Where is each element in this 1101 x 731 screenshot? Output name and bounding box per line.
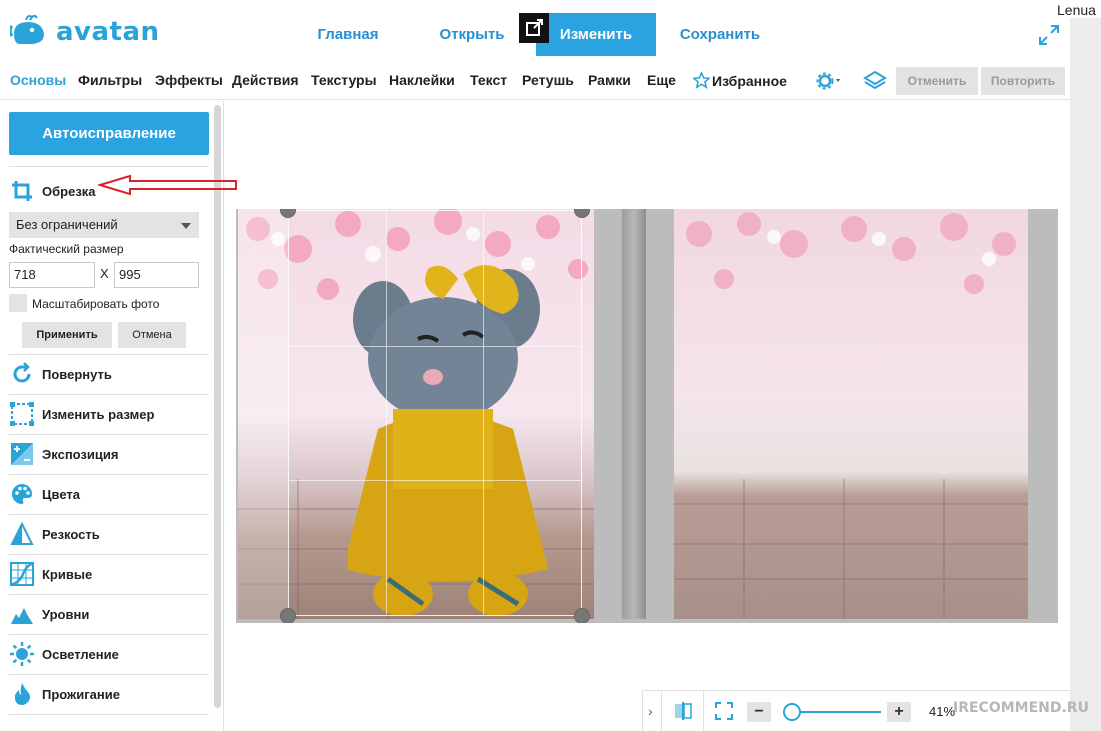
crop-outside-shade [238,209,288,619]
tab-more[interactable]: Еще [647,72,676,88]
crop-icon [9,178,35,204]
crop-grid-line [483,211,485,615]
crop-height-input[interactable]: 995 [114,262,199,288]
autofix-button[interactable]: Автоисправление [9,112,209,155]
tool-curves[interactable]: Кривые [9,554,209,594]
zoom-in-button[interactable]: + [887,702,911,722]
tab-retouch[interactable]: Ретушь [522,72,574,88]
fullscreen-icon[interactable] [1038,24,1060,46]
tool-crop-label: Обрезка [42,183,96,199]
levels-icon [9,601,35,627]
tool-burn-label: Прожигание [42,686,120,702]
wall-strip [622,209,646,619]
tool-exposure-label: Экспозиция [42,446,119,462]
settings-gear-icon[interactable] [815,70,845,92]
crop-grid-line [289,480,581,482]
tab-basics[interactable]: Основы [10,72,66,88]
crop-selection-box[interactable] [288,210,582,616]
divider [703,691,704,731]
brighten-icon [9,641,35,667]
tool-colors[interactable]: Цвета [9,474,209,514]
sharpness-icon [9,521,35,547]
floor-texture [674,479,1028,619]
scale-photo-checkbox[interactable] [9,294,27,312]
user-name: Lenua [1057,2,1096,18]
crop-constraint-select[interactable]: Без ограничений [9,212,199,238]
tool-exposure[interactable]: Экспозиция [9,434,209,474]
whale-logo-icon [10,14,44,44]
crop-grid-line [386,211,388,615]
tool-curves-label: Кривые [42,566,93,582]
apply-button[interactable]: Применить [22,322,112,348]
crop-handle-bottom-right[interactable] [574,608,590,623]
tab-favorites[interactable]: Избранное [693,72,787,89]
tab-filters[interactable]: Фильтры [78,72,142,88]
page-scroll-strip [1070,18,1101,731]
crop-handle-bottom-left[interactable] [280,608,296,623]
size-separator: X [100,266,109,281]
zoom-percent: 41% [929,704,956,719]
crop-grid-line [289,345,581,347]
redo-button[interactable]: Повторить [981,67,1065,95]
tool-brighten[interactable]: Осветление [9,634,209,674]
actual-size-label: Фактический размер [9,242,124,256]
nav-edit[interactable]: Изменить [536,13,656,56]
fit-screen-icon[interactable] [715,702,733,720]
curves-icon [9,561,35,587]
tab-actions[interactable]: Действия [232,72,299,88]
tab-frames[interactable]: Рамки [588,72,631,88]
image-canvas[interactable] [236,209,1058,623]
crop-constraint-value: Без ограничений [16,217,118,232]
category-tabs: Основы Фильтры Эффекты Действия Текстуры… [0,62,1070,100]
tool-rotate-label: Повернуть [42,366,112,382]
tool-burn[interactable]: Прожигание [9,674,209,714]
tab-favorites-label: Избранное [712,72,787,89]
zoom-slider-knob[interactable] [783,703,801,721]
app-header: avatan Главная Открыть Изменить Сохранит… [0,0,1096,62]
compare-icon[interactable] [673,701,693,721]
tab-effects[interactable]: Эффекты [155,72,223,88]
tool-rotate[interactable]: Повернуть [9,354,209,394]
scale-photo-label: Масштабировать фото [32,297,160,311]
resize-icon [9,401,35,427]
external-link-icon[interactable] [519,13,549,43]
tool-sharpness[interactable]: Резкость [9,514,209,554]
layers-icon[interactable] [862,69,888,93]
logo-text: avatan [56,17,160,47]
exposure-icon [9,441,35,467]
divider [9,714,209,715]
nav-save[interactable]: Сохранить [664,13,776,56]
tool-colors-label: Цвета [42,486,80,502]
divider [661,691,662,731]
tool-sharpness-label: Резкость [42,526,100,542]
tab-stickers[interactable]: Наклейки [389,72,455,88]
chevron-right-icon[interactable]: › [648,703,653,719]
blossom-decoration [686,212,1016,294]
burn-icon [9,681,35,707]
tool-levels[interactable]: Уровни [9,594,209,634]
watermark: IRECOMMEND.RU [953,700,1089,716]
zoom-out-button[interactable]: − [747,702,771,722]
tool-levels-label: Уровни [42,606,90,622]
crop-width-input[interactable]: 718 [9,262,95,288]
photo-right-panel [674,209,1028,619]
tab-textures[interactable]: Текстуры [311,72,377,88]
tool-resize[interactable]: Изменить размер [9,394,209,434]
logo[interactable]: avatan [10,14,160,50]
nav-home[interactable]: Главная [300,13,396,56]
star-icon [693,72,710,89]
nav-open[interactable]: Открыть [424,13,520,56]
tab-text[interactable]: Текст [470,72,507,88]
zoom-slider-track[interactable] [789,711,881,713]
chevron-down-icon [181,223,191,229]
rotate-icon [9,361,35,387]
cancel-button[interactable]: Отмена [118,322,186,348]
tool-resize-label: Изменить размер [42,406,155,422]
annotation-arrow [98,174,237,196]
undo-button[interactable]: Отменить [896,67,978,95]
tool-brighten-label: Осветление [42,646,119,662]
palette-icon [9,481,35,507]
divider [9,166,209,167]
